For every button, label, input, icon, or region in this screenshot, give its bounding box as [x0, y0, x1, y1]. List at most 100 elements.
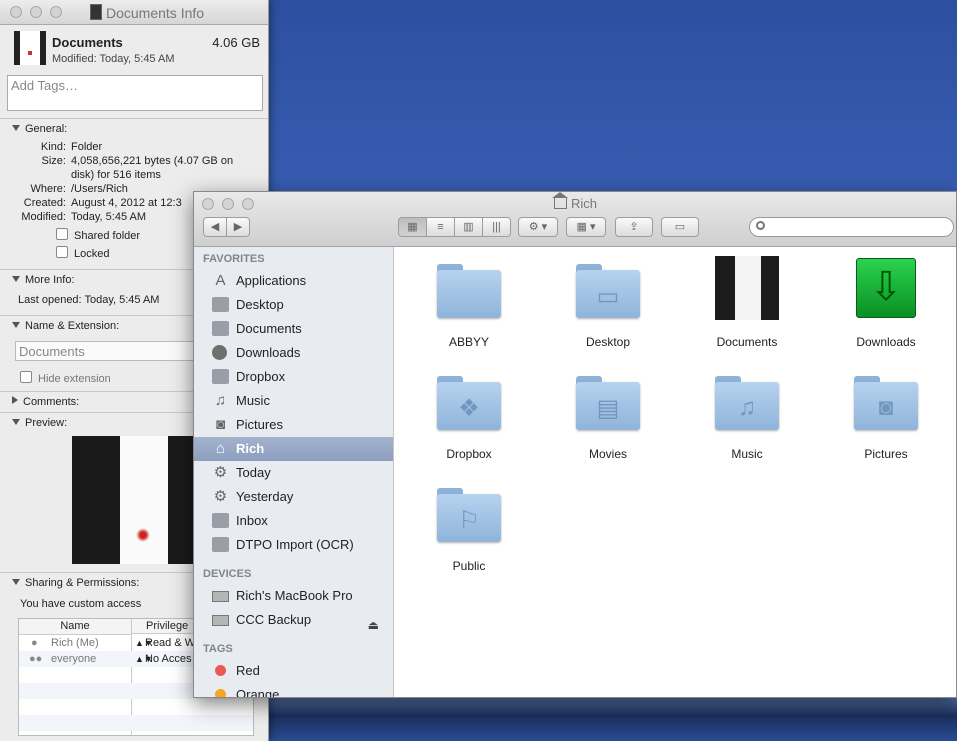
zoom-button[interactable] — [50, 6, 62, 18]
file-item-music[interactable]: ♫ Music — [682, 368, 812, 478]
sidebar-item-desktop[interactable]: Desktop — [194, 293, 393, 317]
search-input[interactable] — [749, 217, 954, 237]
coverflow-view-button[interactable]: ||| — [482, 217, 511, 237]
finder-title: Rich — [552, 192, 598, 211]
tags-button[interactable]: ▭ — [661, 217, 699, 237]
name-extension-header: Name & Extension: — [25, 320, 120, 332]
locked-label: Locked — [74, 248, 110, 260]
item-label: Public — [452, 559, 486, 573]
share-button[interactable]: ⇪ — [615, 217, 653, 237]
sidebar-item-dropbox[interactable]: Dropbox — [194, 365, 393, 389]
sidebar-tag-orange[interactable]: Orange — [194, 683, 393, 697]
file-item-abbyy[interactable]: ABBYY — [404, 256, 534, 366]
checkbox-icon — [56, 228, 68, 240]
disclosure-open-icon — [12, 276, 20, 282]
sidebar-item-inbox[interactable]: Inbox — [194, 509, 393, 533]
devices-heading: DEVICES — [203, 568, 252, 580]
action-menu-button[interactable]: ⚙ ▾ — [518, 217, 558, 237]
general-disclosure[interactable]: General: — [12, 123, 67, 135]
file-item-documents[interactable]: Documents — [682, 256, 812, 366]
file-item-movies[interactable]: ▤ Movies — [543, 368, 673, 478]
tags-input[interactable]: Add Tags… — [7, 75, 263, 111]
close-button[interactable] — [10, 6, 22, 18]
modified-value: Today, 5:45 AM — [71, 211, 147, 223]
list-view-button[interactable]: ≡ — [426, 217, 455, 237]
sidebar-item-label: Today — [236, 465, 271, 480]
column-view-button[interactable]: ▥ — [454, 217, 483, 237]
disclosure-open-icon — [12, 419, 20, 425]
sidebar-item-label: CCC Backup — [236, 612, 312, 627]
sidebar-item-today[interactable]: ⚙ Today — [194, 461, 393, 485]
downloads-icon — [212, 345, 227, 360]
sidebar-item-label: Orange — [236, 687, 280, 697]
checkbox-icon — [20, 371, 32, 383]
documents-thumbnail-icon — [715, 256, 779, 320]
pictures-folder-icon: ◙ — [854, 376, 918, 432]
sidebar-item-music[interactable]: ♫ Music — [194, 389, 393, 413]
file-item-dropbox[interactable]: ❖ Dropbox — [404, 368, 534, 478]
file-item-pictures[interactable]: ◙ Pictures — [821, 368, 951, 478]
sidebar-item-label: Yesterday — [236, 489, 294, 504]
info-title-text: Documents Info — [106, 5, 205, 21]
minimize-button[interactable] — [30, 6, 42, 18]
sidebar-item-label: Downloads — [236, 345, 301, 360]
shared-folder-checkbox[interactable]: Shared folder — [56, 228, 140, 242]
preview-disclosure[interactable]: Preview: — [12, 417, 67, 429]
minimize-button[interactable] — [222, 198, 234, 210]
shared-folder-label: Shared folder — [74, 230, 141, 242]
sidebar-item-dtpo-import[interactable]: DTPO Import (OCR) — [194, 533, 393, 557]
hide-extension-checkbox[interactable]: Hide extension — [20, 371, 111, 385]
favorites-heading: FAVORITES — [203, 253, 265, 265]
group-icon: ●● — [29, 653, 43, 665]
sharing-disclosure[interactable]: Sharing & Permissions: — [12, 577, 139, 589]
sidebar-item-label: Inbox — [236, 513, 268, 528]
item-label: ABBYY — [448, 335, 490, 349]
last-opened: Last opened: Today, 5:45 AM — [18, 294, 160, 306]
info-titlebar[interactable]: Documents Info — [0, 0, 268, 25]
size-label: Size: — [41, 155, 66, 167]
sidebar-item-ccc-backup[interactable]: CCC Backup ⏏ — [194, 608, 393, 632]
sidebar-item-yesterday[interactable]: ⚙ Yesterday — [194, 485, 393, 509]
sidebar-item-applications[interactable]: A Applications — [194, 269, 393, 293]
file-item-downloads[interactable]: ⇩ Downloads — [821, 256, 951, 366]
arrange-menu-button[interactable]: ▦ ▾ — [566, 217, 606, 237]
sidebar-item-documents[interactable]: Documents — [194, 317, 393, 341]
row-privilege[interactable]: No Acces — [145, 651, 191, 667]
forward-button[interactable]: ▶ — [226, 217, 250, 237]
row-privilege[interactable]: Read & W — [145, 635, 195, 651]
sidebar-item-macbook[interactable]: Rich's MacBook Pro — [194, 584, 393, 608]
sidebar-tag-red[interactable]: Red — [194, 659, 393, 683]
finder-title-text: Rich — [571, 196, 598, 211]
locked-checkbox[interactable]: Locked — [56, 246, 109, 260]
sidebar-item-pictures[interactable]: ◙ Pictures — [194, 413, 393, 437]
comments-header: Comments: — [23, 396, 80, 408]
item-name: Documents — [52, 35, 123, 50]
download-arrow-icon: ⇩ — [856, 258, 916, 318]
icon-view-button[interactable]: ▦ — [398, 217, 427, 237]
column-name-header[interactable]: Name — [19, 619, 131, 635]
zoom-button[interactable] — [242, 198, 254, 210]
name-extension-disclosure[interactable]: Name & Extension: — [12, 320, 119, 332]
row-user-name: Rich (Me) — [51, 637, 99, 649]
table-row-empty — [19, 715, 253, 731]
back-button[interactable]: ◀ — [203, 217, 227, 237]
sidebar-item-label: Documents — [236, 321, 302, 336]
eject-icon[interactable]: ⏏ — [368, 613, 379, 637]
more-info-disclosure[interactable]: More Info: — [12, 274, 75, 286]
sidebar-item-downloads[interactable]: Downloads — [194, 341, 393, 365]
music-icon: ♫ — [214, 392, 227, 409]
where-label: Where: — [30, 183, 66, 195]
finder-sidebar: FAVORITES A Applications Desktop Document… — [194, 247, 394, 697]
preview-header: Preview: — [25, 417, 68, 429]
comments-disclosure[interactable]: Comments: — [12, 396, 79, 408]
file-item-public[interactable]: ⚐ Public — [404, 480, 534, 590]
home-icon — [552, 192, 568, 209]
sidebar-item-rich[interactable]: ⌂ Rich — [194, 437, 393, 461]
close-button[interactable] — [202, 198, 214, 210]
item-label: Desktop — [585, 335, 631, 349]
gear-icon: ⚙ — [213, 488, 228, 505]
desktop-folder-icon: ▭ — [576, 264, 640, 320]
file-item-desktop[interactable]: ▭ Desktop — [543, 256, 673, 366]
item-size: 4.06 GB — [212, 35, 260, 50]
user-icon: ● — [31, 637, 38, 649]
